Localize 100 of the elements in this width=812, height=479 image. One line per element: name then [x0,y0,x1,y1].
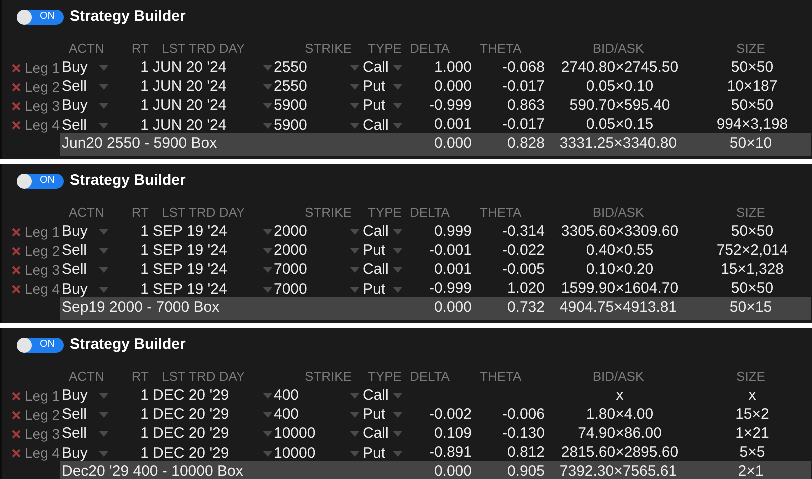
remove-icon[interactable] [12,430,21,439]
caret-icon [99,412,109,418]
remove-icon[interactable] [12,121,21,130]
caret-icon [263,450,273,457]
leg-label: Leg 4 [25,116,60,136]
strategy-description: Dec20 '29 400 - 10000 Box [61,462,244,479]
remove-icon[interactable] [12,392,21,401]
caret-icon [350,267,360,274]
caret-icon [393,267,403,274]
leg-label: Leg 1 [25,58,60,78]
column-header: TYPE [367,40,403,58]
caret-icon [99,84,109,90]
toggle-switch[interactable]: ON [17,338,64,352]
caret-icon [263,229,273,236]
bid-ask-cell-text: 0.10×0.20 [586,260,654,280]
caret-icon [350,229,360,236]
theta-cell-text: -0.006 [502,405,545,425]
caret-icon [263,286,273,293]
remove-icon[interactable] [12,285,21,294]
remove-icon[interactable] [12,449,21,458]
bid-ask-cell-text: 74.90×86.00 [578,424,662,444]
strike-dropdown[interactable]: 7000 [274,278,361,301]
column-header: SIZE [736,368,766,386]
column-header: LST TRD DAY [161,40,246,58]
caret-icon [393,229,403,236]
column-header: STRIKE [304,368,353,386]
theta-cell-text: -0.130 [502,424,545,444]
caret-icon [350,286,360,293]
delta-total: 0.000 [433,134,473,154]
size-cell-text: 50×50 [731,222,774,242]
remove-icon[interactable] [12,266,21,275]
leg-label: Leg 2 [25,242,60,261]
strike-dropdown[interactable]: 10000 [274,442,361,465]
theta-total: 0.732 [506,298,546,318]
bid-ask-cell-text: 0.05×0.10 [586,77,654,97]
caret-icon [263,103,273,110]
leg-label: Leg 3 [25,260,60,280]
strategy-description: Jun20 2550 - 5900 Box [61,134,218,154]
delta-cell-text: 0.001 [434,115,472,135]
size-cell-text: 1×21 [736,424,770,444]
leg-label: Leg 2 [25,78,60,97]
remove-icon[interactable] [12,246,21,256]
size-cell-text: 50×50 [731,96,774,116]
column-header: BID/ASK [592,368,646,386]
remove-icon[interactable] [12,82,21,92]
size-cell-text: 10×187 [727,77,778,97]
remove-icon[interactable] [12,64,21,73]
caret-icon [99,431,109,438]
column-header: STRIKE [304,40,353,58]
remove-icon[interactable] [12,410,21,420]
action-dropdown[interactable]: Sell [60,114,118,137]
caret-icon [99,393,109,400]
date-dropdown[interactable]: JUN 20 '24 [151,114,274,137]
leg-label: Leg 4 [25,444,60,464]
delta-cell-text: 0.000 [434,77,472,97]
size-total: 50×15 [728,298,774,318]
theta-total: 0.905 [506,462,546,479]
size-cell-text: x [748,386,756,406]
toggle-switch[interactable]: ON [17,174,64,188]
remove-icon[interactable] [12,228,21,237]
column-header: THETA [479,40,523,58]
column-header: DELTA [409,204,451,222]
ratio-cell-text: 1 [140,222,150,242]
date-dropdown[interactable]: SEP 19 '24 [151,278,274,301]
caret-icon [350,248,360,254]
ratio-cell-text: 1 [140,77,150,97]
caret-icon [263,84,273,90]
caret-icon [263,65,273,72]
theta-cell-text: 0.863 [507,96,545,116]
type-dropdown[interactable]: Put [361,278,406,301]
ratio-cell-text: 1 [140,386,150,406]
action-dropdown[interactable]: Buy [60,442,118,465]
theta-cell-text: 0.812 [507,443,545,463]
caret-icon [350,393,360,400]
strike-dropdown[interactable]: 5900 [274,114,361,137]
caret-icon [350,122,360,129]
leg-label: Leg 1 [25,386,60,406]
ratio-cell-text: 1 [140,116,150,136]
size-cell-text: 50×50 [731,279,774,299]
type-dropdown[interactable]: Put [361,442,406,465]
column-header: RT [130,368,150,386]
bid-ask-total: 3331.25×3340.80 [558,134,678,154]
caret-icon [99,122,109,129]
action-dropdown[interactable]: Buy [60,278,118,301]
theta-cell-text: -0.017 [502,115,545,135]
toggle-switch[interactable]: ON [17,10,64,24]
caret-icon [393,431,403,438]
column-header: TYPE [367,368,403,386]
delta-cell-text: 1.000 [434,58,472,78]
size-total: 2×1 [737,462,765,479]
column-header: LST TRD DAY [161,204,246,222]
remove-icon[interactable] [12,102,21,111]
leg-label: Leg 4 [25,280,60,300]
ratio-cell-text: 1 [140,424,150,444]
theta-cell-text: -0.017 [502,77,545,97]
size-cell-text: 50×50 [731,58,774,78]
type-dropdown[interactable]: Call [361,114,406,137]
caret-icon [350,450,360,457]
date-dropdown[interactable]: DEC 20 '29 [151,442,274,465]
theta-cell-text: -0.005 [502,260,545,280]
